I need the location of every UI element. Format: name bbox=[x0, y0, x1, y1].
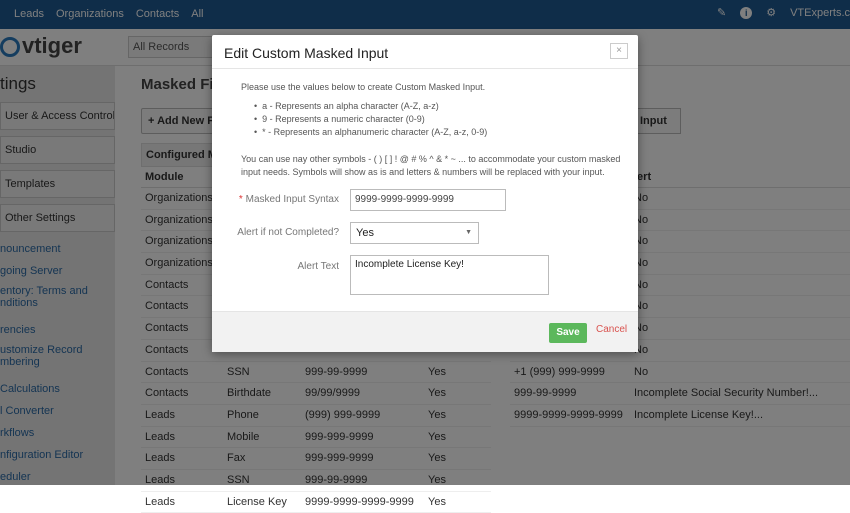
save-button[interactable]: Save bbox=[549, 323, 587, 343]
dialog-title: Edit Custom Masked Input bbox=[224, 45, 389, 61]
alert-selected-value: Yes bbox=[356, 227, 374, 239]
legend-numeric: 9 - Represents a numeric character (0-9) bbox=[262, 114, 425, 124]
table-row: Leads License Key 9999-9999-9999-9999 Yes bbox=[141, 492, 491, 513]
alert-label: Alert if not Completed? bbox=[237, 227, 339, 238]
masked-input-syntax-field[interactable]: 9999-9999-9999-9999 bbox=[350, 189, 506, 211]
dialog-footer: Save Cancel bbox=[212, 311, 638, 352]
alert-text-area[interactable]: Incomplete License Key! bbox=[350, 255, 549, 295]
cell-field: License Key bbox=[227, 495, 287, 508]
dialog-intro: Please use the values below to create Cu… bbox=[241, 82, 486, 92]
chevron-down-icon: ▼ bbox=[465, 229, 472, 236]
legend-item: • 9 - Represents a numeric character (0-… bbox=[254, 114, 425, 124]
cell-alert: Yes bbox=[428, 495, 446, 508]
symbols-note: You can use nay other symbols - ( ) [ ] … bbox=[241, 154, 621, 177]
cell-mask: 9999-9999-9999-9999 bbox=[305, 495, 414, 508]
syntax-legend: • a - Represents an alpha character (A-Z… bbox=[254, 101, 487, 140]
required-marker: * bbox=[238, 194, 243, 205]
alert-text-label: Alert Text bbox=[297, 261, 340, 272]
alert-if-not-completed-select[interactable]: Yes ▼ bbox=[350, 222, 479, 244]
syntax-label-text: Masked Input Syntax bbox=[245, 194, 339, 205]
legend-item: • * - Represents an alphanumeric charact… bbox=[254, 127, 488, 137]
legend-alphanumeric: * - Represents an alphanumeric character… bbox=[262, 127, 488, 137]
close-icon[interactable]: × bbox=[610, 43, 628, 59]
dialog-divider bbox=[212, 68, 638, 69]
cancel-button[interactable]: Cancel bbox=[596, 323, 627, 337]
edit-custom-masked-input-dialog: Edit Custom Masked Input × Please use th… bbox=[212, 35, 638, 352]
cell-module: Leads bbox=[145, 495, 175, 508]
legend-item: • a - Represents an alpha character (A-Z… bbox=[254, 101, 439, 111]
legend-alpha: a - Represents an alpha character (A-Z, … bbox=[262, 101, 439, 111]
syntax-label: * Masked Input Syntax bbox=[217, 194, 339, 205]
